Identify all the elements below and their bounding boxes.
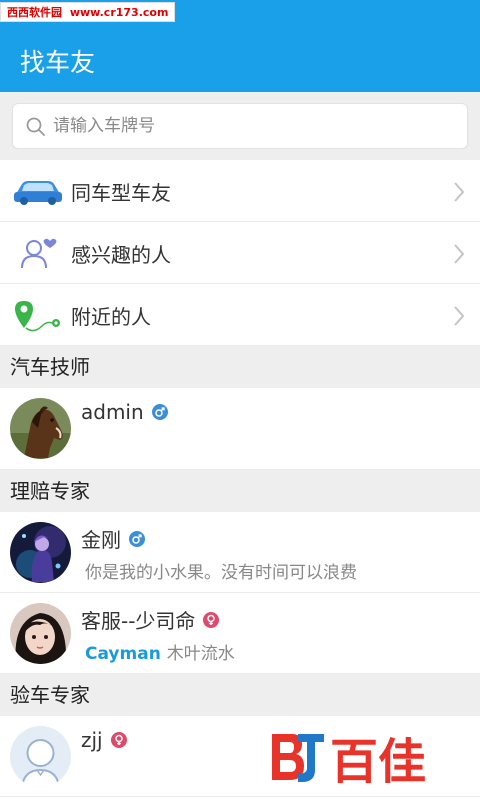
default-avatar-icon [10,726,71,787]
search-icon [26,117,45,136]
contact-item[interactable]: 金刚 你是我的小水果。没有时间可以浪费 [0,512,480,593]
person-heart-icon [21,238,57,269]
search-area [0,92,480,160]
page-title: 找车友 [20,48,96,77]
contact-name: admin [81,400,144,424]
section-header-technician: 汽车技师 [0,346,480,388]
menu-item-interested-people[interactable]: 感兴趣的人 [0,222,480,284]
watermark-site-name: 西西软件园 [7,6,62,19]
avatar[interactable] [10,522,71,583]
menu-label-interested-people: 感兴趣的人 [71,243,171,267]
contact-name: 金刚 [81,528,121,552]
contact-item[interactable]: 客服--少司命 Cayman 木叶流水 [0,593,480,674]
chevron-right-icon [454,244,465,264]
contact-name-row: zjj [81,728,127,752]
search-box[interactable] [12,103,468,149]
contact-name-row: 金刚 [81,524,145,553]
section-header-claims-expert: 理赔专家 [0,470,480,512]
menu-label-nearby-people: 附近的人 [71,305,151,329]
car-model-label: Cayman [85,644,161,664]
avatar[interactable] [10,398,71,459]
menu-label-same-car-model: 同车型车友 [71,181,171,205]
contact-item[interactable]: admin [0,388,480,470]
contact-name: 客服--少司命 [81,609,196,633]
site-watermark: 西西软件园 www.cr173.com [0,2,176,22]
male-icon [129,530,145,547]
contact-signature: 你是我的小水果。没有时间可以浪费 [85,563,357,583]
chevron-right-icon [454,306,465,326]
girl-avatar-icon [10,603,71,664]
menu-item-same-car-model[interactable]: 同车型车友 [0,160,480,222]
search-input[interactable] [53,104,453,148]
horse-avatar-icon [10,398,71,459]
contact-name-row: admin [81,400,168,424]
signature-text: 木叶流水 [166,644,235,664]
avatar[interactable] [10,726,71,787]
female-icon [203,611,220,628]
contact-name-row: 客服--少司命 [81,605,220,634]
section-header-inspection-expert: 验车专家 [0,674,480,716]
svg-text:百佳: 百佳 [330,734,426,788]
female-icon [110,732,127,748]
male-icon [151,404,168,420]
chevron-right-icon [454,182,465,202]
fantasy-avatar-icon [10,522,71,583]
watermark-url: www.cr173.com [69,6,169,19]
menu-item-nearby-people[interactable]: 附近的人 [0,284,480,346]
avatar[interactable] [10,603,71,664]
car-icon [14,181,62,205]
brand-watermark-logo: 百佳 [272,734,426,788]
location-pin-icon [15,301,60,332]
contact-name: zjj [81,728,103,752]
contact-signature: Cayman 木叶流水 [85,639,235,664]
